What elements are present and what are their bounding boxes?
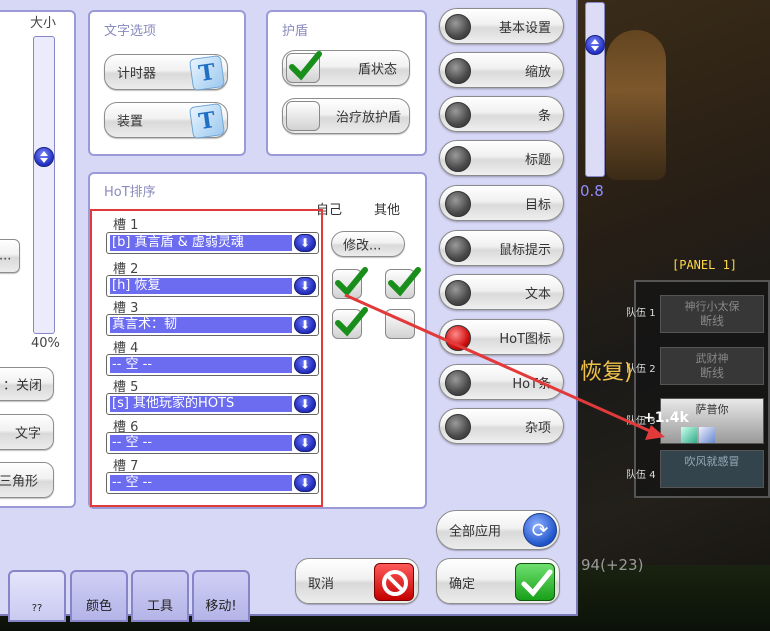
nav-misc[interactable]: 杂项	[439, 408, 564, 444]
text-format-icon: T	[188, 102, 226, 140]
checkbox-unchecked[interactable]	[286, 101, 320, 131]
slot-label: 槽 1	[113, 218, 139, 233]
dropdown-arrow-icon[interactable]: ⬇	[294, 277, 316, 295]
triangle-button[interactable]: 三角形	[0, 462, 54, 498]
nav-bars[interactable]: 条	[439, 96, 564, 132]
indicator-icon	[445, 14, 471, 40]
dropdown-arrow-icon[interactable]: ⬇	[294, 395, 316, 413]
unit-name: 神行小太保	[684, 300, 740, 313]
party-label-4: 队伍 4	[626, 470, 656, 481]
nav-text[interactable]: 文本	[439, 274, 564, 310]
unit-frame-1[interactable]: 神行小太保 断线	[660, 295, 764, 333]
indicator-icon	[445, 58, 471, 84]
dropdown-arrow-icon[interactable]: ⬇	[294, 474, 316, 492]
indicator-icon	[445, 414, 471, 440]
hot-icon-2	[699, 427, 715, 443]
scale-slider[interactable]	[585, 2, 605, 177]
hot-order-title: HoT排序	[104, 185, 156, 200]
slot-select-7[interactable]: -- 空 -- ⬇	[106, 472, 319, 494]
indicator-icon	[445, 191, 471, 217]
cancel-icon	[374, 563, 414, 601]
self-check-row1[interactable]	[332, 267, 368, 299]
unit-frame-4[interactable]: 吹风就感冒	[660, 450, 764, 488]
tab-tools[interactable]: 工具	[131, 570, 189, 622]
slot-select-6[interactable]: -- 空 -- ⬇	[106, 432, 319, 454]
size-label: 大小	[30, 16, 57, 31]
confirm-icon	[515, 563, 555, 601]
other-check-row2[interactable]	[385, 309, 415, 339]
recover-text: 恢复)	[580, 360, 633, 385]
indicator-icon	[445, 146, 471, 172]
checkmark-icon	[289, 51, 322, 81]
nav-titles[interactable]: 标题	[439, 140, 564, 176]
cancel-button[interactable]: 取消	[295, 558, 419, 604]
indicator-icon	[445, 102, 471, 128]
close-toggle-button[interactable]: ：关闭	[0, 367, 54, 401]
indicator-icon	[445, 280, 471, 306]
nav-hot-icons[interactable]: HoT图标	[439, 319, 564, 355]
nav-basic-settings[interactable]: 基本设置	[439, 8, 564, 44]
ok-button[interactable]: 确定	[436, 558, 560, 604]
tab-colors[interactable]: 颜色	[70, 570, 128, 622]
checkmark-icon	[335, 267, 368, 297]
scale-value: 0.8	[580, 182, 604, 200]
unit-status: 断线	[699, 366, 724, 380]
slot-select-1[interactable]: [b] 真言盾 & 虚弱灵魂 ⬇	[106, 232, 319, 254]
slot-select-3[interactable]: 真言术：韧 ⬇	[106, 314, 319, 336]
nav-tooltip[interactable]: 鼠标提示	[439, 230, 564, 266]
text-options-title: 文字选项	[104, 24, 157, 39]
text-format-icon: T	[188, 54, 226, 92]
checkbox-checked[interactable]	[286, 51, 322, 83]
refresh-icon: ⟳	[523, 513, 557, 547]
indicator-icon	[445, 236, 471, 262]
unit-frame-2[interactable]: 武财神 断线	[660, 347, 764, 385]
checkmark-icon	[388, 267, 421, 297]
scale-slider-thumb[interactable]	[585, 35, 605, 55]
apply-all-button[interactable]: 全部应用 ⟳	[436, 510, 560, 550]
other-column-label: 其他	[374, 203, 401, 218]
dropdown-arrow-icon[interactable]: ⬇	[294, 434, 316, 452]
panel-label: [PANEL 1]	[672, 258, 738, 272]
dropdown-arrow-icon[interactable]: ⬇	[294, 316, 316, 334]
unit-status: 断线	[699, 314, 724, 328]
stat-text: 94(+23)	[581, 556, 644, 574]
nav-hot-bars[interactable]: HoT条	[439, 364, 564, 400]
shield-state-toggle[interactable]: 盾状态	[282, 50, 410, 86]
party-label-1: 队伍 1	[626, 308, 656, 319]
heal-value: +1.4k	[643, 410, 689, 426]
nav-target[interactable]: 目标	[439, 185, 564, 221]
tab-move[interactable]: 移动!	[192, 570, 250, 622]
timer-button[interactable]: 计时器 T	[104, 54, 228, 92]
size-slider[interactable]	[33, 36, 55, 334]
modify-button[interactable]: 修改...	[331, 231, 405, 257]
size-slider-thumb[interactable]	[34, 147, 54, 167]
checkmark-icon	[335, 307, 368, 337]
unit-name: 武财神	[695, 352, 729, 365]
size-value: 40%	[31, 336, 60, 351]
device-button[interactable]: 装置 T	[104, 102, 228, 140]
slot-select-4[interactable]: -- 空 -- ⬇	[106, 354, 319, 376]
other-check-row1[interactable]	[385, 267, 421, 299]
heal-shield-toggle[interactable]: 治疗放护盾	[282, 98, 410, 134]
slot-select-2[interactable]: [h] 恢复 ⬇	[106, 275, 319, 297]
text-button[interactable]: 文字	[0, 414, 54, 450]
tab-unknown[interactable]: ??	[8, 570, 66, 622]
dropdown-arrow-icon[interactable]: ⬇	[294, 234, 316, 252]
hot-icon-1	[681, 427, 697, 443]
indicator-icon	[445, 370, 471, 396]
shield-title: 护盾	[282, 24, 309, 39]
dots-button[interactable]: ...	[0, 239, 20, 273]
self-check-row2[interactable]	[332, 307, 368, 339]
game-character	[606, 30, 666, 180]
unit-name: 吹风就感冒	[684, 455, 740, 468]
slot-select-5[interactable]: [s] 其他玩家的HOTS ⬇	[106, 393, 319, 415]
nav-scale[interactable]: 缩放	[439, 52, 564, 88]
dropdown-arrow-icon[interactable]: ⬇	[294, 356, 316, 374]
active-indicator-icon	[445, 325, 471, 351]
